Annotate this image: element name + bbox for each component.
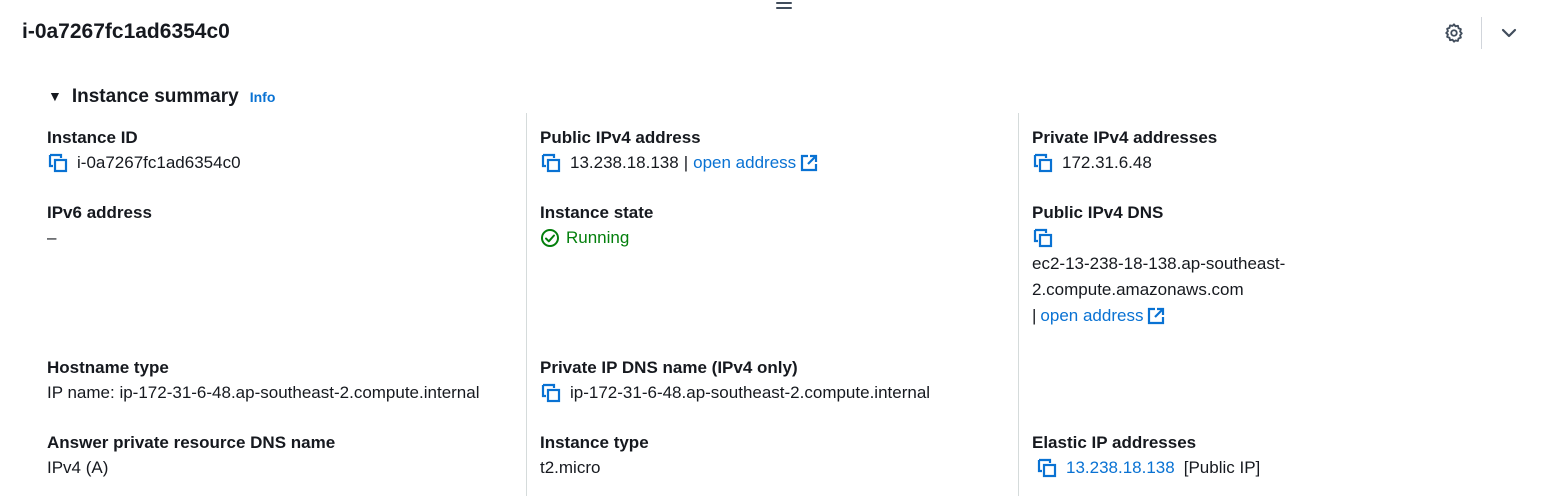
field-value: ip-172-31-6-48.ap-southeast-2.compute.in… xyxy=(570,383,931,402)
field-elastic-ip: Elastic IP addresses 13.238.18.138 [Publ… xyxy=(1032,432,1260,479)
field-label: Instance state xyxy=(540,203,654,222)
field-label: Public IPv4 DNS xyxy=(1032,203,1164,222)
field-label: Instance ID xyxy=(47,128,138,147)
separator: | xyxy=(1032,306,1037,325)
field-instance-type: Instance type t2.micro xyxy=(540,432,649,479)
field-label: Instance type xyxy=(540,433,649,452)
elastic-ip-suffix: [Public IP] xyxy=(1183,458,1261,477)
field-label: Private IP DNS name (IPv4 only) xyxy=(540,358,798,377)
field-label: Public IPv4 address xyxy=(540,128,701,147)
status-value: Running xyxy=(566,228,630,247)
external-link-icon[interactable] xyxy=(1147,307,1165,325)
copy-icon[interactable] xyxy=(540,152,562,174)
caret-down-icon[interactable]: ▼ xyxy=(48,88,62,104)
field-label: IPv6 address xyxy=(47,203,152,222)
field-private-ipv4: Private IPv4 addresses 172.31.6.48 xyxy=(1032,127,1217,174)
drag-handle-icon[interactable] xyxy=(776,2,792,12)
field-label: Private IPv4 addresses xyxy=(1032,128,1218,147)
field-answer-dns: Answer private resource DNS name IPv4 (A… xyxy=(47,432,335,479)
field-label: Elastic IP addresses xyxy=(1032,433,1197,452)
open-address-link[interactable]: open address xyxy=(1040,305,1143,327)
open-address-link[interactable]: open address xyxy=(693,152,796,174)
column-divider xyxy=(1018,113,1019,496)
collapse-button[interactable] xyxy=(1492,16,1526,50)
field-label: Answer private resource DNS name xyxy=(47,433,336,452)
field-value: t2.micro xyxy=(540,458,601,477)
field-instance-state: Instance state Running xyxy=(540,202,653,249)
field-ipv6: IPv6 address – xyxy=(47,202,152,249)
copy-icon[interactable] xyxy=(540,382,562,404)
dns-value-line2: 2.compute.amazonaws.com xyxy=(1032,280,1244,299)
field-private-dns: Private IP DNS name (IPv4 only) ip-172-3… xyxy=(540,357,930,404)
field-hostname-type: Hostname type IP name: ip-172-31-6-48.ap… xyxy=(47,357,480,404)
field-value: i-0a7267fc1ad6354c0 xyxy=(77,153,241,172)
external-link-icon[interactable] xyxy=(800,154,818,172)
dns-value-line1: ec2-13-238-18-138.ap-southeast- xyxy=(1032,254,1286,273)
separator: | xyxy=(683,153,689,172)
copy-icon[interactable] xyxy=(1036,457,1058,479)
field-value: 13.238.18.138 xyxy=(570,153,679,172)
check-circle-icon xyxy=(541,229,559,247)
copy-icon[interactable] xyxy=(1032,152,1054,174)
copy-icon[interactable] xyxy=(47,152,69,174)
field-instance-id: Instance ID i-0a7267fc1ad6354c0 xyxy=(47,127,241,174)
field-value: IPv4 (A) xyxy=(47,458,109,477)
page-title: i-0a7267fc1ad6354c0 xyxy=(22,20,230,43)
header-actions xyxy=(1437,16,1526,50)
copy-icon[interactable] xyxy=(1032,227,1054,249)
field-value: – xyxy=(47,228,57,247)
field-public-dns: Public IPv4 DNS ec2-13-238-18-138.ap-sou… xyxy=(1032,202,1285,327)
field-value: 172.31.6.48 xyxy=(1062,153,1152,172)
field-value: IP name: ip-172-31-6-48.ap-southeast-2.c… xyxy=(47,383,480,402)
info-link[interactable]: Info xyxy=(250,89,276,105)
section-header[interactable]: ▼ Instance summary Info xyxy=(48,86,275,108)
header-divider xyxy=(1481,17,1482,49)
elastic-ip-link[interactable]: 13.238.18.138 xyxy=(1066,457,1175,479)
gear-icon xyxy=(1445,23,1463,43)
settings-button[interactable] xyxy=(1437,16,1471,50)
field-public-ipv4: Public IPv4 address 13.238.18.138 | open… xyxy=(540,127,818,174)
section-title: Instance summary xyxy=(71,86,239,107)
column-divider xyxy=(526,113,527,496)
chevron-down-icon xyxy=(1501,28,1517,38)
field-label: Hostname type xyxy=(47,358,169,377)
